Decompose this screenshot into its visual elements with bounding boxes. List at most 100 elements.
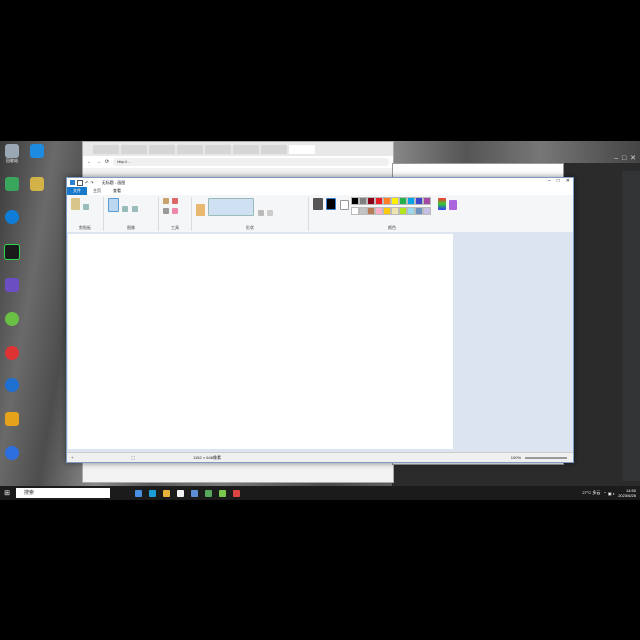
- pencil-icon[interactable]: [163, 198, 169, 204]
- palette-color-swatch[interactable]: [375, 197, 384, 205]
- desktop-icon-qq[interactable]: [3, 346, 21, 360]
- fill-icon[interactable]: [172, 198, 179, 204]
- palette-color-swatch[interactable]: [367, 197, 376, 205]
- wallpaper-strip: [392, 141, 640, 163]
- redo-icon[interactable]: ↷: [90, 180, 93, 185]
- palette-color-swatch[interactable]: [407, 207, 416, 215]
- taskbar-app-icon[interactable]: [216, 488, 228, 498]
- folder-icon: [30, 177, 44, 191]
- palette-color-swatch[interactable]: [351, 197, 360, 205]
- palette-color-swatch[interactable]: [423, 207, 432, 215]
- palette-color-swatch[interactable]: [367, 207, 376, 215]
- back-icon[interactable]: ←: [87, 159, 92, 165]
- menu-view[interactable]: 查看: [107, 187, 127, 195]
- taskbar-app-icon[interactable]: [132, 488, 144, 498]
- crop-icon[interactable]: [122, 206, 129, 212]
- select-icon[interactable]: [108, 198, 119, 212]
- browser-tab[interactable]: [121, 144, 147, 154]
- desktop-icon-app-4[interactable]: [3, 278, 21, 292]
- desktop-icon-app-7[interactable]: [3, 446, 21, 460]
- palette-color-swatch[interactable]: [407, 197, 416, 205]
- group-label-image: 图像: [127, 225, 135, 230]
- group-label-clipboard: 剪贴板: [79, 225, 91, 230]
- palette-color-swatch[interactable]: [359, 207, 368, 215]
- palette-color-swatch[interactable]: [351, 207, 360, 215]
- browser-tab[interactable]: [261, 144, 287, 154]
- ide-window-controls[interactable]: – □ ✕: [614, 154, 636, 162]
- menu-file[interactable]: 文件: [67, 187, 87, 195]
- cut-icon[interactable]: [83, 204, 90, 210]
- windows-start-icon[interactable]: ⊞: [0, 489, 14, 497]
- tray-icons[interactable]: ⌃ ▣ ◐: [603, 491, 615, 496]
- close-button[interactable]: ✕: [566, 178, 570, 184]
- save-icon[interactable]: [77, 179, 83, 186]
- palette-color-swatch[interactable]: [391, 207, 400, 215]
- url-input[interactable]: http://...: [113, 158, 389, 166]
- group-label-tools: 工具: [171, 225, 179, 230]
- color1-swatch[interactable]: [326, 198, 337, 210]
- size-icon[interactable]: [313, 198, 323, 210]
- text-icon[interactable]: [163, 208, 169, 214]
- color2-swatch[interactable]: [339, 200, 349, 210]
- fill-shape-icon[interactable]: [267, 210, 274, 216]
- desktop-icon-folder[interactable]: [28, 177, 46, 191]
- clock[interactable]: 14:50 2023/6/26: [618, 488, 636, 498]
- browser-tab[interactable]: [93, 144, 119, 154]
- taskbar-app-icon[interactable]: [146, 488, 158, 498]
- taskbar-app-icon[interactable]: [160, 488, 172, 498]
- paint-app-icon: [70, 180, 75, 185]
- clock-date: 2023/6/26: [618, 493, 636, 498]
- palette-color-swatch[interactable]: [423, 197, 432, 205]
- zoom-slider[interactable]: [525, 456, 567, 459]
- resize-icon[interactable]: [131, 206, 138, 212]
- weather-widget[interactable]: 27°C 多云: [582, 490, 600, 496]
- palette-color-swatch[interactable]: [383, 207, 392, 215]
- minimize-button[interactable]: –: [548, 178, 551, 184]
- reload-icon[interactable]: ⟳: [105, 159, 109, 165]
- desktop-icon-recycle-bin[interactable]: 回收站: [3, 144, 21, 163]
- paint-menu-bar: 文件 主页 查看: [67, 187, 573, 195]
- palette-color-swatch[interactable]: [383, 197, 392, 205]
- palette-color-swatch[interactable]: [391, 197, 400, 205]
- palette-color-swatch[interactable]: [399, 197, 408, 205]
- browser-tab[interactable]: [149, 144, 175, 154]
- paste-icon[interactable]: [71, 198, 80, 210]
- palette-color-swatch[interactable]: [375, 207, 384, 215]
- maximize-button[interactable]: □: [557, 178, 560, 184]
- undo-icon[interactable]: ↶: [85, 180, 88, 185]
- paint3d-icon[interactable]: [448, 200, 457, 210]
- forward-icon[interactable]: →: [96, 159, 101, 165]
- desktop-icon-app-5[interactable]: [3, 378, 21, 392]
- desktop-icon-app-1[interactable]: [28, 144, 46, 158]
- app-icon: [5, 278, 19, 292]
- taskbar-app-icon[interactable]: [188, 488, 200, 498]
- edit-colors-icon[interactable]: [437, 198, 446, 210]
- desktop-icon-edge[interactable]: [3, 210, 21, 224]
- drawing-canvas[interactable]: [68, 234, 453, 449]
- taskbar-app-icon[interactable]: [174, 488, 186, 498]
- browser-tab[interactable]: [205, 144, 231, 154]
- desktop-icon-wechat[interactable]: [3, 312, 21, 326]
- taskbar-app-icon[interactable]: [202, 488, 214, 498]
- group-image: 图像: [104, 197, 159, 231]
- outline-icon[interactable]: [257, 210, 264, 216]
- brushes-icon[interactable]: [196, 204, 205, 216]
- desktop-icon-app-6[interactable]: [3, 412, 21, 426]
- desktop-icon-app-2[interactable]: [3, 177, 21, 191]
- palette-color-swatch[interactable]: [415, 197, 424, 205]
- palette-color-swatch[interactable]: [415, 207, 424, 215]
- taskbar-search-box[interactable]: 搜索: [16, 488, 110, 498]
- browser-tab[interactable]: [177, 144, 203, 154]
- taskbar-app-icon[interactable]: [230, 488, 242, 498]
- browser-tab-active[interactable]: [289, 144, 315, 154]
- desktop-icon-app-3[interactable]: [3, 244, 21, 260]
- shapes-gallery[interactable]: [208, 198, 255, 216]
- palette-color-swatch[interactable]: [399, 207, 408, 215]
- app-icon: [5, 412, 19, 426]
- group-label-colors: 颜色: [388, 225, 396, 230]
- browser-tab[interactable]: [233, 144, 259, 154]
- eraser-icon[interactable]: [172, 208, 179, 214]
- palette-color-swatch[interactable]: [359, 197, 368, 205]
- paint-window: ↶ ↷ 无标题 - 画图 – □ ✕ 文件 主页 查看 剪贴板 图像 工具 形状…: [66, 177, 574, 463]
- menu-home[interactable]: 主页: [87, 187, 107, 195]
